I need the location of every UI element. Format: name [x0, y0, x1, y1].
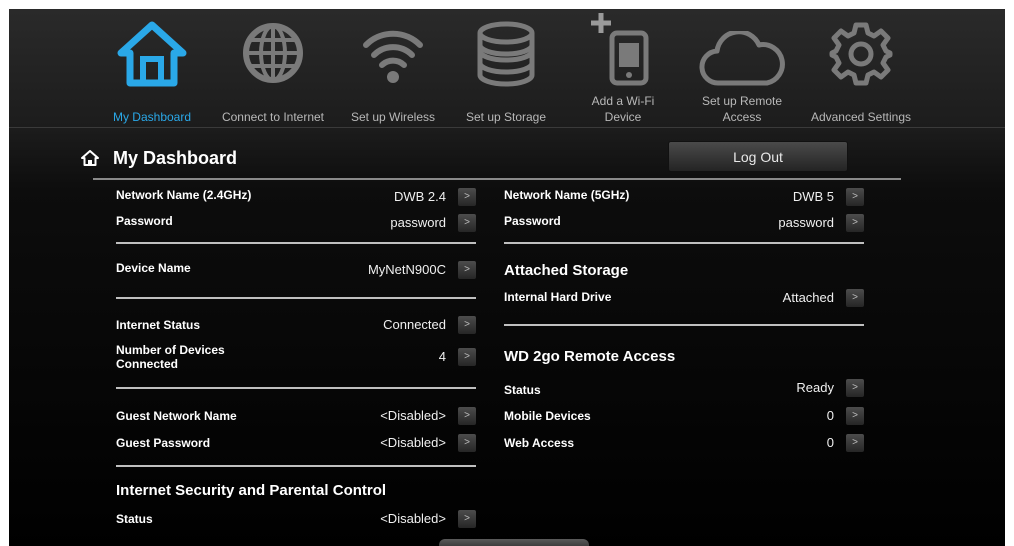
row-label: Guest Network Name: [116, 409, 237, 423]
section-title-security: Internet Security and Parental Control: [116, 482, 387, 499]
row-guest-network: Guest Network Name <Disabled> >: [116, 407, 476, 425]
row-remote-status: Status Ready >: [504, 379, 864, 397]
row-security-status: Status <Disabled> >: [116, 510, 476, 528]
row-label: Web Access: [504, 436, 575, 450]
row-network-name-5: Network Name (5GHz) DWB 5 >: [504, 188, 864, 206]
row-value: MyNetN900C: [367, 262, 446, 277]
row-value: password: [778, 215, 834, 230]
wifi-icon: [363, 30, 423, 83]
row-label: Network Name (5GHz): [504, 188, 630, 202]
page-header: My Dashboard: [81, 145, 237, 171]
cloud-icon: [699, 31, 785, 86]
row-label: Mobile Devices: [504, 409, 591, 423]
nav-connect-internet[interactable]: Connect to Internet: [210, 9, 336, 127]
chevron-right-icon[interactable]: >: [458, 434, 476, 452]
row-label: Device Name: [116, 261, 191, 275]
row-label: Internal Hard Drive: [504, 290, 612, 304]
chevron-right-icon[interactable]: >: [458, 214, 476, 232]
row-value: Ready: [796, 380, 834, 395]
row-label: Network Name (2.4GHz): [116, 188, 252, 202]
row-guest-password: Guest Password <Disabled> >: [116, 434, 476, 452]
nav-label: Set up Remote: [701, 94, 783, 108]
row-value: 0: [826, 435, 834, 450]
home-icon: [117, 21, 187, 87]
nav-divider: [9, 127, 1005, 128]
row-value: 0: [826, 408, 834, 423]
row-device-name: Device Name MyNetN900C >: [116, 261, 476, 279]
nav-label: Add a Wi-Fi: [591, 94, 655, 108]
row-value: <Disabled>: [380, 435, 446, 450]
row-web-access: Web Access 0 >: [504, 434, 864, 452]
chevron-right-icon[interactable]: >: [846, 434, 864, 452]
section-divider: [116, 297, 476, 299]
row-password-5: Password password >: [504, 214, 864, 232]
section-divider: [116, 387, 476, 389]
row-value: 4: [438, 349, 446, 364]
row-password-24: Password password >: [116, 214, 476, 232]
storage-icon: [477, 21, 535, 87]
nav-label: Set up Storage: [465, 110, 547, 124]
row-label: Guest Password: [116, 436, 211, 450]
chevron-right-icon[interactable]: >: [846, 188, 864, 206]
page-title: My Dashboard: [113, 147, 238, 168]
home-icon: [81, 150, 99, 166]
nav-setup-wireless[interactable]: Set up Wireless: [340, 9, 446, 127]
row-mobile-devices: Mobile Devices 0 >: [504, 407, 864, 425]
row-value: DWB 2.4: [393, 189, 446, 204]
nav-label: Set up Wireless: [350, 110, 436, 124]
chevron-right-icon[interactable]: >: [458, 407, 476, 425]
row-label: Password: [116, 214, 173, 228]
nav-setup-remote-access[interactable]: Set up Remote Access: [692, 9, 792, 127]
section-title-remote-access: WD 2go Remote Access: [504, 348, 676, 365]
chevron-right-icon[interactable]: >: [458, 261, 476, 279]
row-internal-drive: Internal Hard Drive Attached >: [504, 289, 864, 307]
row-value: DWB 5: [792, 189, 834, 204]
chevron-right-icon[interactable]: >: [458, 510, 476, 528]
nav-label: My Dashboard: [112, 110, 192, 124]
row-internet-status: Internet Status Connected >: [116, 316, 476, 334]
chevron-right-icon[interactable]: >: [846, 289, 864, 307]
row-network-name-24: Network Name (2.4GHz) DWB 2.4 >: [116, 188, 476, 206]
row-label: Status: [116, 512, 153, 526]
section-divider: [504, 324, 864, 326]
nav-my-dashboard[interactable]: My Dashboard: [101, 9, 203, 127]
chevron-right-icon[interactable]: >: [458, 316, 476, 334]
row-label: Internet Status: [116, 318, 201, 332]
header-divider: [93, 178, 901, 180]
section-divider: [504, 242, 864, 244]
gear-icon: [829, 22, 893, 86]
globe-icon: [243, 23, 303, 83]
nav-label: Connect to Internet: [221, 110, 325, 124]
chevron-right-icon[interactable]: >: [846, 407, 864, 425]
chevron-right-icon[interactable]: >: [846, 379, 864, 397]
row-label: Number of Devices: [116, 343, 225, 357]
row-devices-connected: Number of Devices Connected 4 >: [116, 343, 476, 371]
nav-advanced-settings[interactable]: Advanced Settings: [800, 9, 922, 127]
nav-label: Advanced Settings: [810, 110, 912, 124]
section-divider: [116, 242, 476, 244]
nav-setup-storage[interactable]: Set up Storage: [456, 9, 556, 127]
row-value: Attached: [782, 290, 834, 305]
chevron-right-icon[interactable]: >: [458, 348, 476, 366]
chevron-right-icon[interactable]: >: [458, 188, 476, 206]
row-value: password: [390, 215, 446, 230]
nav-add-wifi-device[interactable]: Add a Wi-Fi Device: [573, 9, 673, 127]
row-value: <Disabled>: [380, 408, 446, 423]
row-value: Connected: [383, 317, 446, 332]
row-label: Password: [504, 214, 561, 228]
bottom-tab-handle[interactable]: [439, 539, 589, 546]
chevron-right-icon[interactable]: >: [846, 214, 864, 232]
nav-label: Device: [604, 110, 642, 124]
row-label: Status: [504, 383, 541, 397]
row-label: Connected: [116, 357, 179, 371]
section-divider: [116, 465, 476, 467]
section-title-storage: Attached Storage: [504, 262, 629, 279]
nav-label: Access: [722, 110, 762, 124]
row-value: <Disabled>: [380, 511, 446, 526]
add-device-icon: [591, 13, 649, 86]
router-dashboard: My Dashboard Connect to Internet Set up …: [9, 9, 1005, 546]
logout-button[interactable]: Log Out: [668, 141, 848, 172]
